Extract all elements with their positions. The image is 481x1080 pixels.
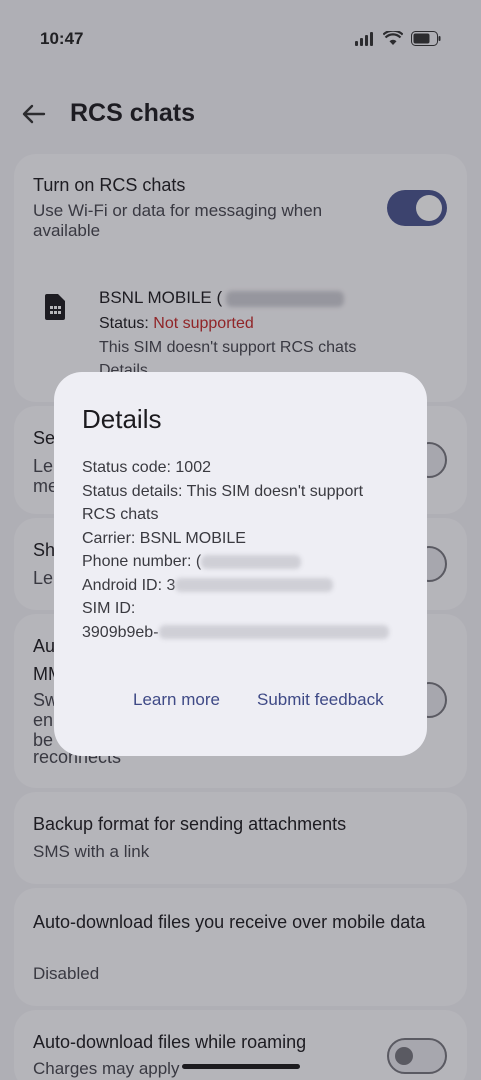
details-dialog: Details Status code: 1002 Status details…	[54, 372, 427, 756]
carrier: Carrier: BSNL MOBILE	[82, 529, 246, 547]
sim-id: 3909b9eb-	[82, 621, 402, 645]
dialog-title: Details	[82, 404, 162, 434]
status-details-line-1: Status details: This SIM doesn't support	[82, 482, 364, 500]
status-code: Status code: 1002	[82, 459, 211, 476]
phone-number: Phone number: (	[82, 550, 402, 574]
redacted-android-id	[175, 578, 334, 593]
home-indicator[interactable]	[182, 1064, 300, 1069]
status-details-line-2: RCS chats	[82, 506, 159, 523]
submit-feedback-button[interactable]: Submit feedback	[257, 690, 384, 710]
learn-more-button[interactable]: Learn more	[133, 690, 220, 710]
dialog-content: Status code: 1002 Status details: This S…	[82, 456, 402, 644]
android-id: Android ID: 3	[82, 574, 402, 598]
redacted-sim-id	[158, 625, 389, 640]
sim-id-label: SIM ID:	[82, 600, 136, 617]
redacted-phone	[201, 554, 302, 569]
